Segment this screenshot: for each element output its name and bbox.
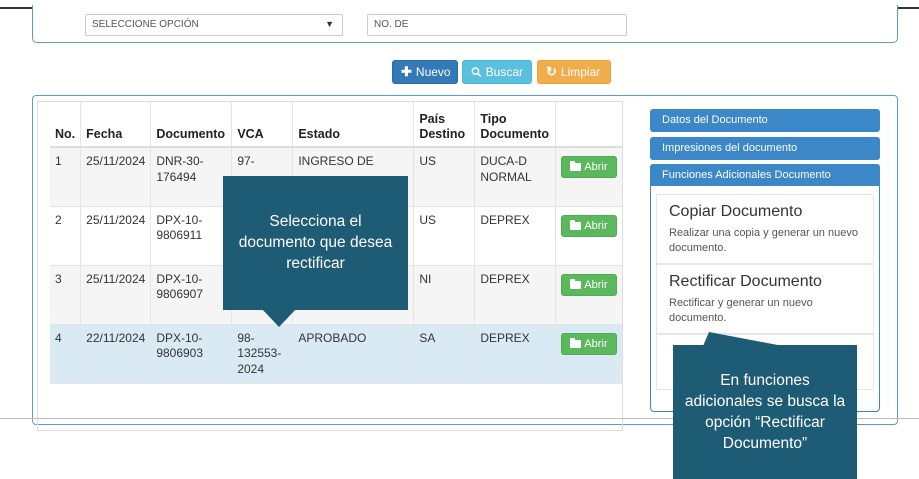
folder-open-icon (570, 161, 582, 172)
plus-icon: ✚ (401, 64, 412, 79)
rectify-document-desc: Rectificar y generar un nuevo documento. (669, 297, 813, 324)
new-button[interactable]: ✚ Nuevo (392, 60, 458, 84)
clear-button-label: Limpiar (560, 65, 601, 79)
search-button[interactable]: Buscar (462, 60, 532, 84)
datos-documento-header[interactable]: Datos del Documento (650, 109, 880, 132)
callout-right-pointer (703, 332, 783, 346)
header-pais-destino[interactable]: País Destino (413, 102, 476, 148)
cell-pais: NI (413, 265, 476, 325)
cell-tipo: DEPREX (474, 324, 557, 385)
cell-no: 2 (50, 206, 82, 266)
cell-no: 1 (50, 147, 82, 207)
header-no[interactable]: No. (50, 102, 82, 148)
cell-fecha: 25/11/2024 (80, 147, 152, 207)
cell-documento: DPX-10-9806907 (150, 265, 233, 325)
copy-document-option[interactable]: Copiar Documento Realizar una copia y ge… (656, 194, 874, 264)
refresh-icon: ↻ (546, 64, 557, 79)
callout-additional-functions: En funciones adicionales se busca la opc… (673, 345, 857, 479)
rectify-document-option[interactable]: Rectificar Documento Rectificar y genera… (656, 264, 874, 334)
callout-select-document: Selecciona el documento que desea rectif… (223, 176, 408, 310)
callout-left-pointer (262, 309, 296, 327)
cell-action: Abrir (555, 265, 622, 325)
cell-fecha: 25/11/2024 (80, 265, 152, 325)
open-button[interactable]: Abrir (561, 273, 617, 296)
header-documento[interactable]: Documento (150, 102, 233, 148)
cell-tipo: DEPREX (474, 265, 557, 325)
copy-document-desc: Realizar una copia y generar un nuevo do… (669, 227, 858, 254)
document-number-input[interactable]: NO. DE (367, 14, 627, 36)
cell-documento: DPX-10-9806911 (150, 206, 233, 266)
open-button-label: Abrir (584, 278, 608, 291)
cell-estado: APROBADO (292, 324, 415, 385)
cell-action: Abrir (555, 206, 622, 266)
cell-action: Abrir (555, 324, 622, 385)
search-type-select[interactable]: SELECCIONE OPCIÓN ▼ (85, 14, 343, 36)
copy-document-title: Copiar Documento (669, 203, 803, 220)
cell-tipo: DUCA-D NORMAL (474, 147, 557, 207)
open-button[interactable]: Abrir (561, 156, 617, 179)
table-row-selected[interactable]: 4 22/11/2024 DPX-10-9806903 98-132553-20… (50, 324, 622, 385)
header-actions (555, 102, 622, 148)
cell-fecha: 25/11/2024 (80, 206, 152, 266)
header-fecha[interactable]: Fecha (80, 102, 152, 148)
new-button-label: Nuevo (415, 65, 451, 79)
search-type-select-value: SELECCIONE OPCIÓN (92, 19, 199, 30)
table-header-row: No. Fecha Documento VCA Estado País Dest… (50, 102, 622, 148)
cell-pais: US (413, 206, 476, 266)
cell-pais: SA (413, 324, 476, 385)
folder-open-icon (570, 278, 582, 289)
cell-no: 3 (50, 265, 82, 325)
open-button-label: Abrir (584, 337, 608, 350)
cell-pais: US (413, 147, 476, 207)
funciones-adicionales-header[interactable]: Funciones Adicionales Documento (650, 164, 880, 187)
folder-open-icon (570, 219, 582, 230)
cell-documento: DNR-30-176494 (150, 147, 233, 207)
cell-documento: DPX-10-9806903 (150, 324, 233, 385)
cell-action: Abrir (555, 147, 622, 207)
open-button-label: Abrir (584, 161, 608, 173)
document-number-input-value: NO. DE (374, 19, 409, 30)
impresiones-documento-header[interactable]: Impresiones del documento (650, 137, 880, 160)
cell-vca: 98-132553-2024 (231, 324, 294, 385)
open-button[interactable]: Abrir (561, 214, 617, 237)
open-button-label: Abrir (584, 219, 608, 232)
cell-fecha: 22/11/2024 (80, 324, 152, 385)
chevron-down-icon: ▼ (325, 19, 334, 29)
search-icon (471, 67, 482, 77)
folder-open-icon (570, 337, 582, 348)
filter-panel: SELECCIONE OPCIÓN ▼ NO. DE (32, 5, 898, 43)
cell-tipo: DEPREX (474, 206, 557, 266)
open-button[interactable]: Abrir (561, 332, 617, 355)
cell-no: 4 (50, 324, 82, 385)
header-estado[interactable]: Estado (292, 102, 415, 148)
header-tipo-documento[interactable]: Tipo Documento (474, 102, 557, 148)
header-vca[interactable]: VCA (231, 102, 294, 148)
rectify-document-title: Rectificar Documento (669, 273, 822, 290)
clear-button[interactable]: ↻ Limpiar (537, 60, 611, 84)
search-button-label: Buscar (485, 65, 523, 79)
